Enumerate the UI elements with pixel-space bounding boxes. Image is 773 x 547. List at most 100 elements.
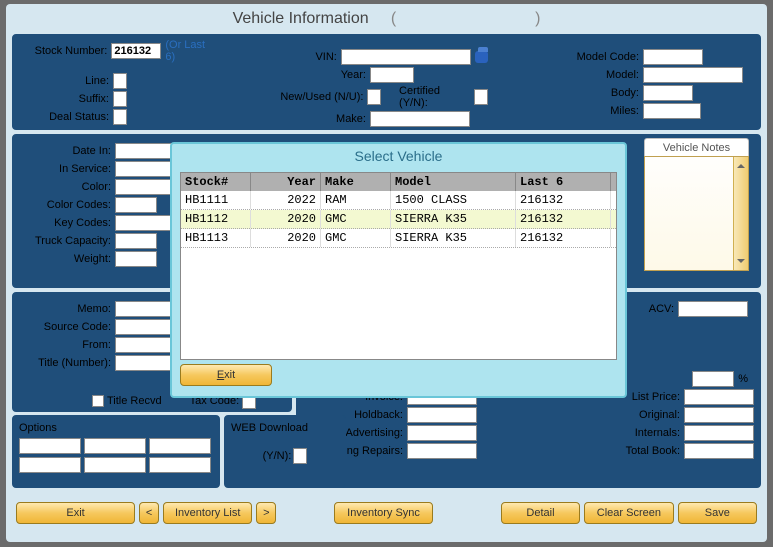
option-cell[interactable] <box>84 438 146 454</box>
acv-input[interactable] <box>678 301 748 317</box>
list-price-label: List Price: <box>618 391 680 403</box>
weight-input[interactable] <box>115 251 157 267</box>
advertising-input[interactable] <box>407 425 477 441</box>
model-code-input[interactable] <box>643 49 703 65</box>
next-button[interactable]: > <box>256 502 276 524</box>
truck-capacity-label: Truck Capacity: <box>19 235 111 247</box>
option-cell[interactable] <box>149 438 211 454</box>
line-input[interactable] <box>113 73 127 89</box>
window-title: Vehicle Information <box>233 10 369 27</box>
col-model[interactable]: Model <box>391 173 516 191</box>
option-cell[interactable] <box>149 457 211 473</box>
suffix-input[interactable] <box>113 91 127 107</box>
grid-cell: HB1111 <box>181 191 251 209</box>
weight-label: Weight: <box>19 253 111 265</box>
original-input[interactable] <box>684 407 754 423</box>
title-recvd-checkbox[interactable] <box>92 395 104 407</box>
title-paren-close: ) <box>535 10 540 27</box>
clear-screen-button[interactable]: Clear Screen <box>584 502 673 524</box>
vehicle-notes-box[interactable] <box>644 156 749 271</box>
grid-cell: HB1112 <box>181 210 251 228</box>
percent-label: % <box>738 373 748 385</box>
body-label: Body: <box>553 87 639 99</box>
inventory-sync-button[interactable]: Inventory Sync <box>334 502 433 524</box>
suffix-label: Suffix: <box>17 93 109 105</box>
option-cell[interactable] <box>19 457 81 473</box>
grid-cell: 2020 <box>251 210 321 228</box>
table-row[interactable]: HB11122020GMCSIERRA K35216132 <box>181 210 616 229</box>
grid-cell: GMC <box>321 210 391 228</box>
button-bar: Exit < Inventory List > Inventory Sync D… <box>12 498 761 528</box>
title-recvd-label: Title Recvd <box>107 395 162 407</box>
table-row[interactable]: HB11112022RAM1500 CLASS216132 <box>181 191 616 210</box>
memo-label: Memo: <box>19 303 111 315</box>
save-button[interactable]: Save <box>678 502 757 524</box>
window-title-bar: Vehicle Information ( ) <box>6 4 767 34</box>
title-paren-open: ( <box>391 10 396 27</box>
truck-capacity-input[interactable] <box>115 233 157 249</box>
stock-number-input[interactable] <box>111 43 161 59</box>
grid-cell: 216132 <box>516 191 611 209</box>
pending-repairs-input[interactable] <box>407 443 477 459</box>
model-code-label: Model Code: <box>553 51 639 63</box>
key-codes-input[interactable] <box>115 215 175 231</box>
list-price-input[interactable] <box>684 389 754 405</box>
body-input[interactable] <box>643 85 693 101</box>
options-title: Options <box>19 422 213 434</box>
modal-title: Select Vehicle <box>172 144 625 168</box>
exit-button[interactable]: Exit <box>16 502 135 524</box>
table-row[interactable]: HB11132020GMCSIERRA K35216132 <box>181 229 616 248</box>
vin-input[interactable] <box>341 49 471 65</box>
grid-cell: SIERRA K35 <box>391 229 516 247</box>
select-vehicle-modal: Select Vehicle Stock# Year Make Model La… <box>170 142 627 398</box>
deal-status-label: Deal Status: <box>17 111 109 123</box>
internals-input[interactable] <box>684 425 754 441</box>
modal-exit-button[interactable]: Exit <box>180 364 272 386</box>
certified-label: Certified (Y/N): <box>399 85 470 109</box>
deal-status-input[interactable] <box>113 109 127 125</box>
header-section: Stock Number: (Or Last 6) Line: Suffix: … <box>12 34 761 130</box>
car-icon[interactable] <box>475 51 488 63</box>
year-input[interactable] <box>370 67 414 83</box>
in-service-input[interactable] <box>115 161 175 177</box>
title-number-label: Title (Number): <box>19 357 111 369</box>
grid-header: Stock# Year Make Model Last 6 <box>181 173 616 191</box>
option-cell[interactable] <box>19 438 81 454</box>
model-input[interactable] <box>643 67 743 83</box>
color-codes-input[interactable] <box>115 197 157 213</box>
col-make[interactable]: Make <box>321 173 391 191</box>
year-label: Year: <box>258 69 366 81</box>
grid-cell: RAM <box>321 191 391 209</box>
detail-button[interactable]: Detail <box>501 502 580 524</box>
grid-cell: GMC <box>321 229 391 247</box>
or-last-6-link[interactable]: (Or Last 6) <box>165 39 217 63</box>
vin-label: VIN: <box>258 51 337 63</box>
option-cell[interactable] <box>84 457 146 473</box>
notes-scrollbar[interactable] <box>733 157 748 270</box>
grid-cell: 216132 <box>516 210 611 228</box>
miles-input[interactable] <box>643 103 701 119</box>
new-used-input[interactable] <box>367 89 381 105</box>
vehicle-notes-tab[interactable]: Vehicle Notes <box>644 138 749 156</box>
color-input[interactable] <box>115 179 175 195</box>
web-yn-label: (Y/N): <box>263 450 292 462</box>
grid-cell: HB1113 <box>181 229 251 247</box>
inventory-list-button[interactable]: Inventory List <box>163 502 252 524</box>
col-year[interactable]: Year <box>251 173 321 191</box>
miles-label: Miles: <box>553 105 639 117</box>
make-input[interactable] <box>370 111 470 127</box>
holdback-input[interactable] <box>407 407 477 423</box>
grid-body: HB11112022RAM1500 CLASS216132HB11122020G… <box>181 191 616 248</box>
total-book-input[interactable] <box>684 443 754 459</box>
web-yn-input[interactable] <box>293 448 307 464</box>
in-service-label: In Service: <box>19 163 111 175</box>
col-stock[interactable]: Stock# <box>181 173 251 191</box>
prev-button[interactable]: < <box>139 502 159 524</box>
date-in-label: Date In: <box>19 145 111 157</box>
date-in-input[interactable] <box>115 143 175 159</box>
from-label: From: <box>19 339 111 351</box>
col-last6[interactable]: Last 6 <box>516 173 611 191</box>
percent-input[interactable] <box>692 371 734 387</box>
key-codes-label: Key Codes: <box>19 217 111 229</box>
certified-input[interactable] <box>474 89 488 105</box>
